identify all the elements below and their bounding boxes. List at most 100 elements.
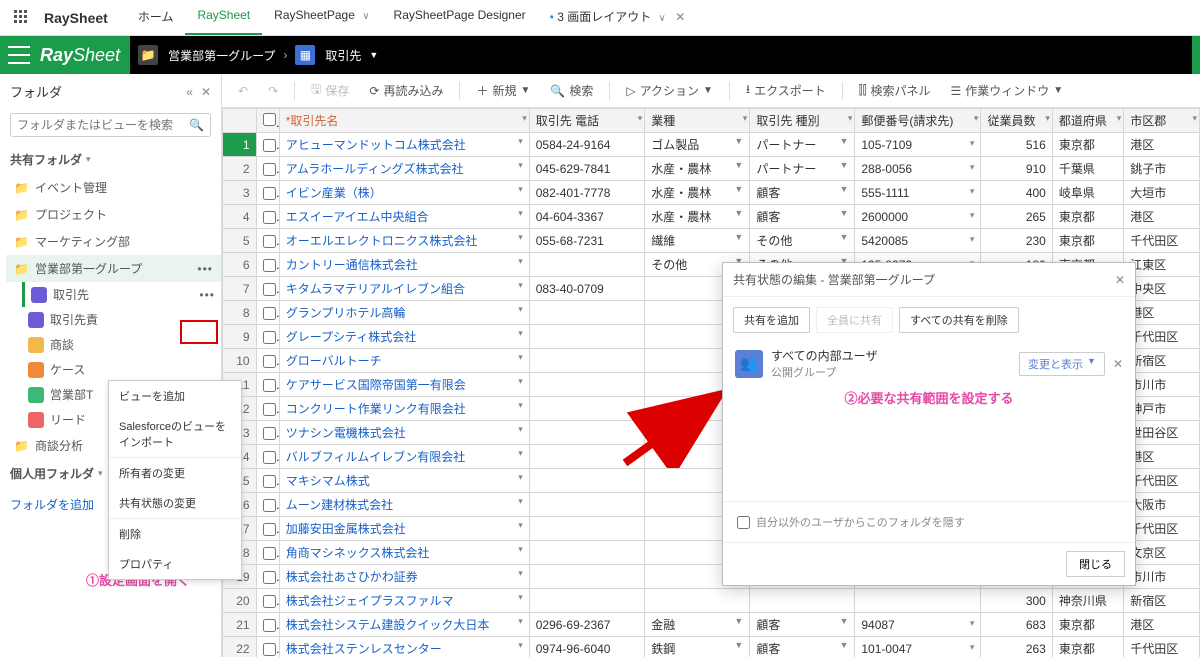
row-checkbox[interactable] bbox=[263, 427, 276, 440]
close-icon[interactable]: ✕ bbox=[1115, 273, 1125, 287]
table-row[interactable]: 5オーエルエレクトロニクス株式会社▾055-68-7231繊維▼その他▼5420… bbox=[223, 229, 1200, 253]
folder-item[interactable]: 📁イベント管理 bbox=[6, 174, 221, 201]
row-checkbox[interactable] bbox=[263, 355, 276, 368]
new-button[interactable]: ＋ 新規 ▼ bbox=[468, 78, 538, 103]
industry-cell[interactable]: ゴム製品▼ bbox=[645, 133, 750, 157]
account-name-cell[interactable]: バルブフィルムイレブン有限会社▾ bbox=[279, 445, 529, 469]
account-name-cell[interactable]: 角商マシネックス株式会社▾ bbox=[279, 541, 529, 565]
row-checkbox[interactable] bbox=[263, 523, 276, 536]
account-name-cell[interactable]: グローバルトーチ▾ bbox=[279, 349, 529, 373]
phone-cell[interactable]: 083-40-0709 bbox=[529, 277, 645, 301]
search-panel-button[interactable]: ⫿⫿ 検索パネル bbox=[851, 78, 939, 103]
phone-cell[interactable] bbox=[529, 469, 645, 493]
folder-item[interactable]: 📁営業部第一グループ••• bbox=[6, 255, 221, 282]
account-name-cell[interactable]: アヒューマンドットコム株式会社▾ bbox=[279, 133, 529, 157]
zip-cell[interactable]: 2600000▾ bbox=[855, 205, 981, 229]
hamburger-icon[interactable] bbox=[8, 46, 30, 64]
nav-tab[interactable]: RaySheet bbox=[185, 0, 262, 35]
menu-item[interactable]: 所有者の変更 bbox=[109, 458, 241, 488]
type-cell[interactable]: 顧客▼ bbox=[750, 613, 855, 637]
phone-cell[interactable] bbox=[529, 589, 645, 613]
phone-cell[interactable] bbox=[529, 397, 645, 421]
row-checkbox[interactable] bbox=[263, 451, 276, 464]
phone-cell[interactable] bbox=[529, 253, 645, 277]
prefecture-cell[interactable]: 東京都 bbox=[1052, 229, 1123, 253]
prefecture-cell[interactable]: 神奈川県 bbox=[1052, 589, 1123, 613]
prefecture-cell[interactable]: 東京都 bbox=[1052, 205, 1123, 229]
export-button[interactable]: ⭳ エクスポート bbox=[738, 76, 834, 105]
industry-cell[interactable]: 金融▼ bbox=[645, 613, 750, 637]
phone-cell[interactable]: 0296-69-2367 bbox=[529, 613, 645, 637]
table-row[interactable]: 1アヒューマンドットコム株式会社▾0584-24-9164ゴム製品▼パートナー▼… bbox=[223, 133, 1200, 157]
ward-cell[interactable]: 千代田区 bbox=[1124, 637, 1200, 657]
folder-item[interactable]: 📁マーケティング部 bbox=[6, 228, 221, 255]
column-header[interactable] bbox=[256, 109, 279, 133]
row-checkbox[interactable] bbox=[263, 475, 276, 488]
row-checkbox[interactable] bbox=[263, 547, 276, 560]
account-name-cell[interactable]: オーエルエレクトロニクス株式会社▾ bbox=[279, 229, 529, 253]
phone-cell[interactable] bbox=[529, 493, 645, 517]
row-checkbox[interactable] bbox=[263, 571, 276, 584]
type-cell[interactable]: パートナー▼ bbox=[750, 133, 855, 157]
zip-cell[interactable]: 5420085▾ bbox=[855, 229, 981, 253]
nav-tab[interactable]: RaySheetPage Designer bbox=[382, 0, 538, 35]
phone-cell[interactable] bbox=[529, 325, 645, 349]
redo-button[interactable]: ↷ bbox=[260, 80, 286, 102]
breadcrumb-folder[interactable]: 📁営業部第一グループ bbox=[138, 45, 275, 65]
more-icon[interactable]: ••• bbox=[199, 288, 215, 302]
table-row[interactable]: 20株式会社ジェイプラスファルマ▾300神奈川県新宿区 bbox=[223, 589, 1200, 613]
phone-cell[interactable]: 0974-96-6040 bbox=[529, 637, 645, 657]
zip-cell[interactable]: 101-0047▾ bbox=[855, 637, 981, 657]
account-name-cell[interactable]: 加藤安田金属株式会社▾ bbox=[279, 517, 529, 541]
close-button[interactable]: 閉じる bbox=[1066, 551, 1125, 577]
industry-cell[interactable]: 繊維▼ bbox=[645, 229, 750, 253]
phone-cell[interactable] bbox=[529, 565, 645, 589]
table-row[interactable]: 4エスイーアイエム中央組合▾04-604-3367水産・農林▼顧客▼260000… bbox=[223, 205, 1200, 229]
view-item[interactable]: 取引先責 bbox=[22, 307, 221, 332]
account-name-cell[interactable]: ムーン建材株式会社▾ bbox=[279, 493, 529, 517]
ward-cell[interactable]: 千代田区 bbox=[1124, 229, 1200, 253]
account-name-cell[interactable]: コンクリート作業リンク有限会社▾ bbox=[279, 397, 529, 421]
row-checkbox[interactable] bbox=[263, 619, 276, 632]
column-header[interactable]: 従業員数▾ bbox=[981, 109, 1052, 133]
zip-cell[interactable] bbox=[855, 589, 981, 613]
column-header[interactable]: 取引先 種別▾ bbox=[750, 109, 855, 133]
employees-cell[interactable]: 516 bbox=[981, 133, 1052, 157]
employees-cell[interactable]: 910 bbox=[981, 157, 1052, 181]
view-item[interactable]: 取引先••• bbox=[22, 282, 221, 307]
nav-tab[interactable]: • 3 画面レイアウト ∨ ✕ bbox=[538, 0, 698, 35]
ward-cell[interactable]: 銚子市 bbox=[1124, 157, 1200, 181]
employees-cell[interactable]: 400 bbox=[981, 181, 1052, 205]
industry-cell[interactable]: 水産・農林▼ bbox=[645, 157, 750, 181]
phone-cell[interactable]: 082-401-7778 bbox=[529, 181, 645, 205]
prefecture-cell[interactable]: 東京都 bbox=[1052, 637, 1123, 657]
row-checkbox[interactable] bbox=[263, 379, 276, 392]
row-checkbox[interactable] bbox=[263, 163, 276, 176]
menu-item[interactable]: Salesforceのビューをインポート bbox=[109, 411, 241, 457]
ward-cell[interactable]: 新宿区 bbox=[1124, 589, 1200, 613]
menu-item[interactable]: 共有状態の変更 bbox=[109, 488, 241, 518]
column-header[interactable]: *取引先名▾ bbox=[279, 109, 529, 133]
phone-cell[interactable] bbox=[529, 421, 645, 445]
app-launcher-icon[interactable] bbox=[14, 10, 30, 26]
close-icon[interactable]: ✕ bbox=[675, 10, 685, 24]
ward-cell[interactable]: 港区 bbox=[1124, 613, 1200, 637]
employees-cell[interactable]: 683 bbox=[981, 613, 1052, 637]
industry-cell[interactable] bbox=[645, 589, 750, 613]
type-cell[interactable]: その他▼ bbox=[750, 229, 855, 253]
account-name-cell[interactable]: マキシマム株式▾ bbox=[279, 469, 529, 493]
phone-cell[interactable]: 055-68-7231 bbox=[529, 229, 645, 253]
collapse-icon[interactable]: « bbox=[186, 85, 193, 99]
phone-cell[interactable] bbox=[529, 373, 645, 397]
type-cell[interactable]: 顧客▼ bbox=[750, 205, 855, 229]
account-name-cell[interactable]: キタムラマテリアルイレブン組合▾ bbox=[279, 277, 529, 301]
sidebar-search[interactable]: 🔍 bbox=[10, 113, 211, 137]
nav-tab[interactable]: RaySheetPage ∨ bbox=[262, 0, 381, 35]
ward-cell[interactable]: 大垣市 bbox=[1124, 181, 1200, 205]
remove-icon[interactable]: ✕ bbox=[1113, 357, 1123, 371]
tab-add-share[interactable]: 共有を追加 bbox=[733, 307, 810, 333]
row-checkbox[interactable] bbox=[263, 235, 276, 248]
account-name-cell[interactable]: ツナシン電機株式会社▾ bbox=[279, 421, 529, 445]
employees-cell[interactable]: 300 bbox=[981, 589, 1052, 613]
row-checkbox[interactable] bbox=[263, 259, 276, 272]
